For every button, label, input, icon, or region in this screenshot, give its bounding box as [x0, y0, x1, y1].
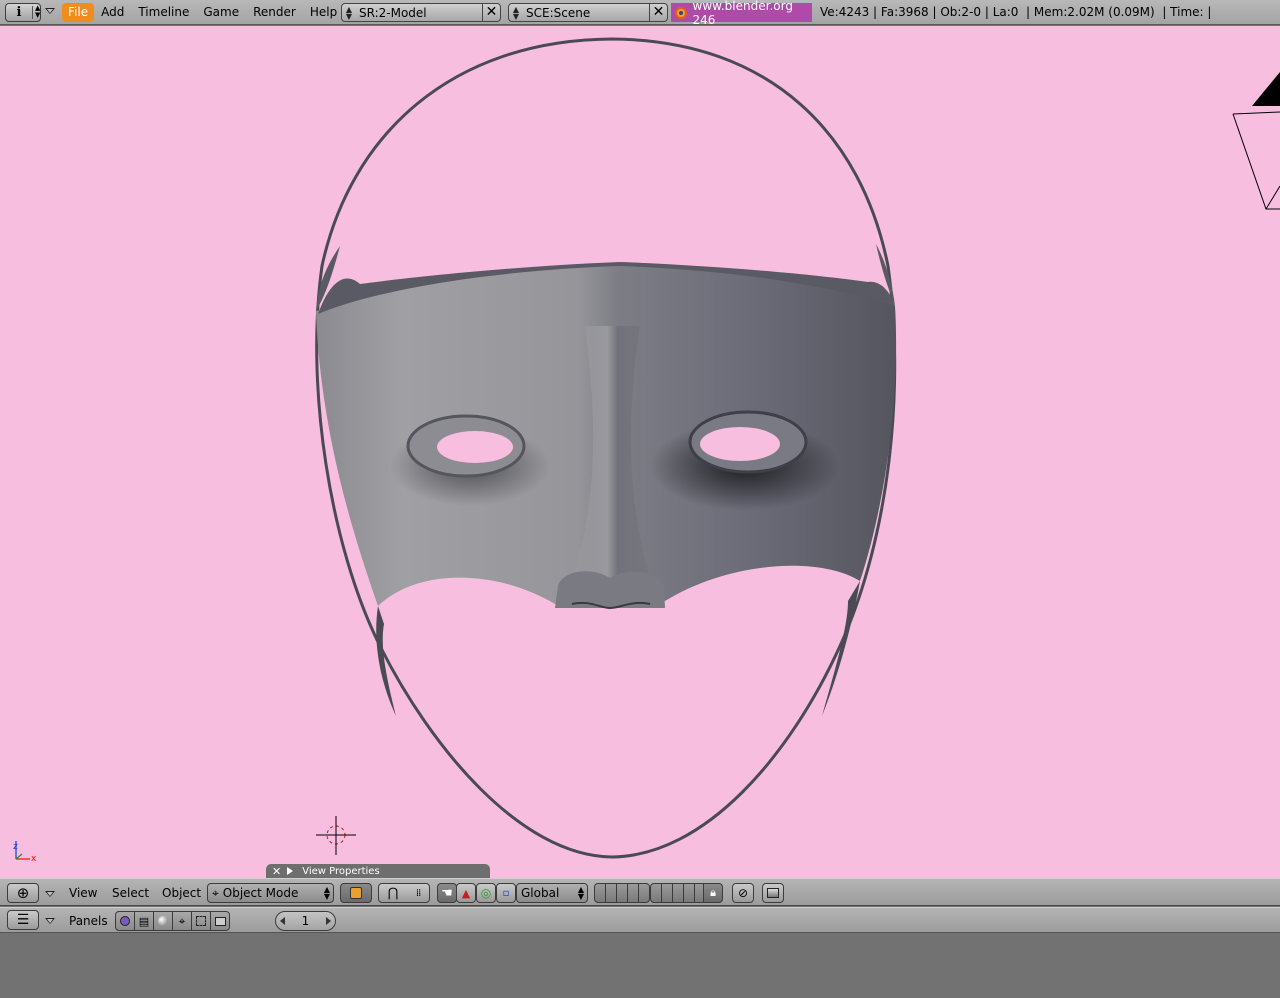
- collapse-menu-toggle[interactable]: [45, 918, 55, 924]
- expand-arrow-icon[interactable]: [287, 867, 294, 875]
- info-header: i ▲ ▼ File Add Timeline Game Render Help …: [0, 0, 1280, 27]
- menu-timeline[interactable]: Timeline: [131, 3, 196, 22]
- delete-scene-icon[interactable]: ✕: [649, 4, 667, 21]
- mode-selector[interactable]: ⌖ Object Mode ▲ ▼: [207, 883, 334, 903]
- logic-context-icon[interactable]: [115, 911, 135, 931]
- menu-game[interactable]: Game: [196, 3, 246, 22]
- frame-number-field[interactable]: 1: [275, 911, 336, 931]
- pivot-snap-buttons[interactable]: ⋂ ⁞⁞: [378, 883, 430, 903]
- mode-label: Object Mode: [222, 886, 299, 900]
- menu-select[interactable]: Select: [112, 886, 149, 900]
- top-menu-bar: File Add Timeline Game Render Help: [62, 0, 344, 25]
- layer-buttons-group-1[interactable]: [594, 883, 650, 903]
- 3d-cursor-icon[interactable]: [316, 816, 356, 855]
- view-properties-panel-tab[interactable]: ✕ View Properties: [266, 864, 490, 878]
- grid-dots-icon[interactable]: ⁞⁞: [416, 888, 421, 899]
- blender-website-link[interactable]: www.blender.org 246: [671, 0, 812, 27]
- view-properties-label: View Properties: [302, 865, 380, 877]
- orientation-label: Global: [521, 886, 560, 900]
- circle-icon: ◎: [480, 886, 492, 900]
- axis-gizmo-icon: z x: [13, 841, 37, 864]
- increment-arrow-icon[interactable]: [325, 917, 331, 925]
- scene-name[interactable]: SCE:Scene: [523, 6, 649, 20]
- solid-draw-icon: [350, 887, 362, 899]
- collapse-menu-toggle[interactable]: [45, 8, 55, 14]
- editor-type-button[interactable]: ⊕: [7, 883, 39, 903]
- layer-buttons-group-2[interactable]: [650, 883, 706, 903]
- menu-add[interactable]: Add: [94, 3, 131, 22]
- script-context-icon[interactable]: ▤: [134, 911, 154, 931]
- right-eye-hole: [700, 427, 780, 461]
- frame-value[interactable]: 1: [302, 914, 310, 928]
- hand-icon: ☚: [441, 885, 453, 901]
- rotate-manipulator-button[interactable]: ◎: [476, 883, 496, 903]
- image-icon: [767, 888, 779, 898]
- delete-screen-icon[interactable]: ✕: [482, 4, 500, 21]
- menu-view[interactable]: View: [69, 886, 97, 900]
- editor-type-button[interactable]: i ▲ ▼: [5, 3, 41, 22]
- buttons-window-icon: ☰: [16, 912, 30, 928]
- menu-file[interactable]: File: [62, 3, 95, 22]
- triangle-icon: ▲: [461, 886, 471, 900]
- scene-statistics: Ve:4243 | Fa:3968 | Ob:2-0 | La:0 | Mem:…: [820, 5, 1212, 19]
- viewport-canvas[interactable]: z x: [0, 26, 1280, 878]
- scene-selector[interactable]: ▲ ▼ SCE:Scene ✕: [508, 3, 668, 22]
- 3d-view-icon: ⊕: [16, 883, 30, 902]
- lock-icon: 🔒︎: [710, 886, 716, 899]
- magnet-icon[interactable]: ⋂: [388, 886, 399, 901]
- layer-lock-button[interactable]: 🔒︎: [703, 883, 723, 903]
- editing-context-icon[interactable]: [191, 911, 211, 931]
- screen-selector[interactable]: ▲ ▼ SR:2-Model ✕: [341, 3, 501, 22]
- blender-logo-icon: [675, 6, 687, 19]
- editor-type-button[interactable]: ☰: [7, 910, 39, 930]
- updown-arrows-icon: ▲ ▼: [323, 885, 331, 901]
- 3d-view-header: ⊕ View Select Object ⌖ Object Mode ▲ ▼ ⋂ …: [0, 878, 1280, 906]
- updown-arrows-icon: ▲ ▼: [345, 4, 353, 21]
- object-context-icon[interactable]: ⌖: [172, 911, 192, 931]
- left-eye-hole: [437, 431, 513, 463]
- context-buttons[interactable]: ▤ ⌖: [115, 911, 230, 931]
- updown-arrows-icon: ▲ ▼: [577, 885, 585, 901]
- draw-type-button[interactable]: [340, 883, 372, 903]
- transform-orientation-selector[interactable]: Global ▲ ▼: [516, 883, 588, 903]
- menu-panels[interactable]: Panels: [69, 914, 108, 928]
- translate-manipulator-button[interactable]: ▲: [456, 883, 476, 903]
- scale-manipulator-button[interactable]: ▫: [496, 883, 516, 903]
- 3d-viewport[interactable]: z x ✕ View Properties: [0, 26, 1280, 878]
- object-mode-icon: ⌖: [212, 885, 219, 900]
- shading-context-icon[interactable]: [153, 911, 173, 931]
- link-scene-button[interactable]: ⊘: [732, 883, 754, 903]
- screen-name[interactable]: SR:2-Model: [356, 6, 482, 20]
- updown-arrows-icon: ▲ ▼: [35, 4, 41, 19]
- chain-link-icon: ⊘: [737, 886, 749, 900]
- axis-x-label: x: [31, 854, 37, 864]
- info-icon: i: [16, 5, 22, 20]
- scene-context-icon[interactable]: [210, 911, 230, 931]
- menu-object[interactable]: Object: [162, 886, 201, 900]
- square-icon: ▫: [502, 887, 510, 899]
- buttons-window-area[interactable]: [0, 933, 1280, 998]
- collapse-menu-toggle[interactable]: [45, 891, 55, 897]
- camera-object[interactable]: [1232, 72, 1280, 210]
- transform-manipulator-toggle[interactable]: ☚: [437, 883, 457, 903]
- mask-mesh[interactable]: [315, 37, 897, 859]
- updown-arrows-icon: ▲ ▼: [512, 4, 520, 21]
- buttons-window-header: ☰ Panels ▤ ⌖ 1: [0, 907, 1280, 933]
- menu-render[interactable]: Render: [246, 3, 303, 22]
- decrement-arrow-icon[interactable]: [280, 917, 285, 925]
- render-preview-button[interactable]: [762, 883, 784, 903]
- close-icon[interactable]: ✕: [272, 865, 281, 878]
- website-label: www.blender.org 246: [692, 0, 793, 27]
- axis-z-label: z: [13, 842, 18, 852]
- menu-help[interactable]: Help: [303, 3, 344, 22]
